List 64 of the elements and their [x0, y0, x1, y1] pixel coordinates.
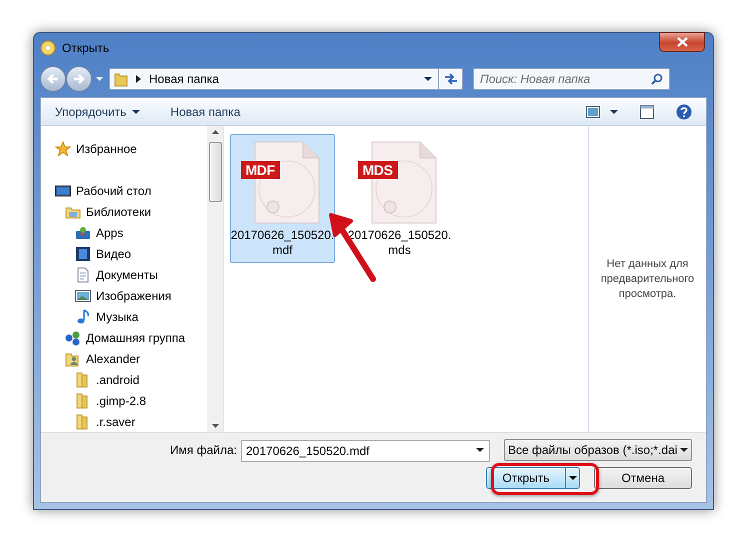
document-icon — [75, 266, 91, 282]
scroll-up-icon[interactable] — [212, 130, 218, 134]
close-icon — [676, 37, 688, 47]
nav-item[interactable]: Изображения — [96, 286, 172, 304]
nav-item[interactable]: Рабочий стол — [76, 182, 152, 200]
new-folder-button[interactable]: Новая папка — [170, 102, 240, 120]
file-type-badge: MDS — [358, 161, 398, 179]
music-note-icon — [75, 308, 91, 324]
cancel-button[interactable]: Отмена — [594, 467, 692, 489]
file-name-label: Имя файла: — [170, 442, 237, 459]
file-type-badge: MDF — [240, 161, 280, 179]
picture-frame-icon — [75, 288, 91, 304]
dropdown-icon — [680, 448, 688, 452]
network-icon — [65, 330, 81, 346]
nav-item[interactable]: Alexander — [86, 350, 140, 368]
view-icon[interactable] — [586, 106, 600, 118]
preview-message: Нет данных для предварительного просмотра. — [600, 256, 696, 302]
nav-item[interactable]: Домашняя группа — [86, 328, 186, 346]
search-input: Поиск: Новая папка — [480, 70, 651, 88]
file-item[interactable]: MDS 20170626_150520. mds — [347, 134, 452, 263]
caret-icon — [132, 110, 140, 114]
file-type-dropdown[interactable]: Все файлы образов (*.iso;*.dai — [504, 439, 692, 461]
open-button[interactable]: Открыть — [486, 467, 580, 489]
dropdown-icon[interactable] — [476, 448, 484, 452]
caret-icon — [568, 476, 576, 480]
scroll-thumb[interactable] — [208, 142, 222, 202]
nav-item[interactable]: .android — [96, 370, 140, 388]
search-field[interactable]: Поиск: Новая папка — [473, 68, 670, 90]
forward-button[interactable] — [66, 66, 92, 92]
caret-icon — [96, 77, 103, 81]
back-arrow-icon — [47, 73, 59, 85]
file-item[interactable]: MDF 20170626_150520. mdf — [230, 134, 335, 263]
organize-button[interactable]: Упорядочить — [55, 102, 140, 120]
file-name: 20170626_150520. mds — [348, 228, 452, 258]
window-title: Открыть — [62, 40, 110, 57]
nav-item[interactable]: Apps — [96, 224, 124, 242]
folder-icon — [114, 71, 128, 87]
close-button[interactable] — [659, 32, 705, 52]
forward-arrow-icon — [73, 73, 85, 85]
dropdown-icon[interactable] — [424, 77, 432, 81]
nav-item[interactable]: Библиотеки — [86, 202, 152, 220]
scroll-down-icon[interactable] — [212, 424, 218, 428]
help-icon[interactable] — [676, 104, 692, 120]
file-name-field[interactable]: 20170626_150520.mdf — [241, 440, 490, 462]
star-icon — [55, 140, 71, 156]
nav-item[interactable]: Избранное — [76, 140, 137, 158]
nav-item[interactable]: Документы — [96, 266, 158, 284]
preview-pane-icon[interactable] — [640, 104, 654, 118]
file-name: 20170626_150520. mdf — [230, 228, 334, 258]
address-bar[interactable]: Новая папка — [109, 68, 463, 90]
nav-item[interactable]: .gimp-2.8 — [96, 392, 146, 410]
monitor-icon — [55, 182, 71, 198]
nav-item[interactable]: .r.saver — [96, 412, 136, 430]
nav-item[interactable]: Видео — [96, 244, 132, 262]
refresh-icon — [444, 73, 458, 85]
scrollbar[interactable] — [207, 126, 224, 432]
user-folder-icon — [65, 350, 81, 366]
back-button[interactable] — [40, 66, 66, 92]
address-path[interactable]: Новая папка — [149, 70, 219, 88]
caret-icon[interactable] — [610, 110, 618, 114]
search-icon — [651, 73, 663, 85]
nav-item[interactable]: Музыка — [96, 308, 138, 326]
disc-icon — [40, 40, 56, 56]
chevron-icon — [136, 75, 141, 83]
